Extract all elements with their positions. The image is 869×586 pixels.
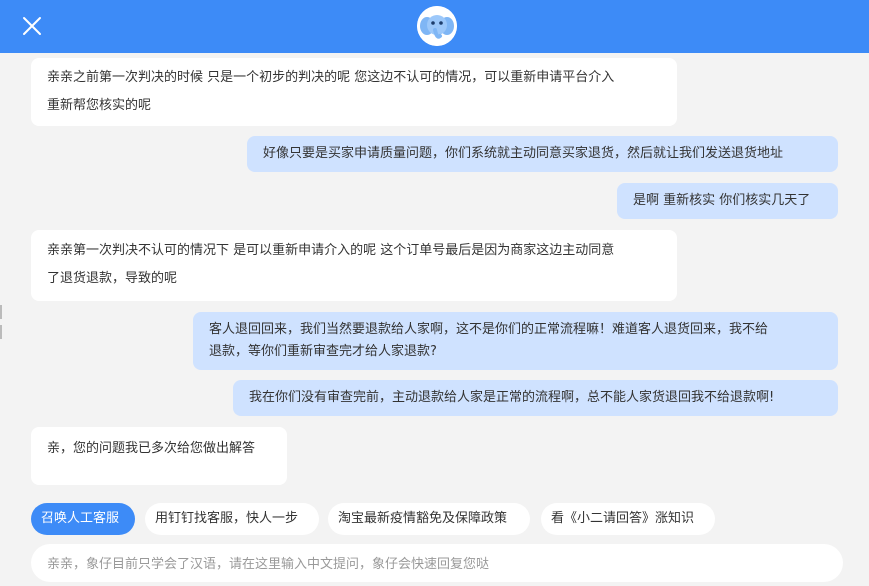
quick-reply-knowledge[interactable]: 看《小二请回答》涨知识 (541, 503, 715, 535)
message-input-bar (31, 544, 843, 584)
message-incoming: 亲，您的问题我已多次给您做出解答 (31, 427, 287, 485)
chat-messages[interactable]: 亲亲之前第一次判决的时候 只是一个初步的判决的呢 您这边不认可的情况，可以重新申… (0, 53, 869, 493)
message-line: 客人退回回来，我们当然要退款给人家啊，这不是你们的正常流程嘛！难道客人退货回来，… (209, 322, 769, 337)
message-outgoing: 是啊 重新核实 你们核实几天了 (617, 183, 838, 219)
message-line: 好像只要是买家申请质量问题，你们系统就主动同意买家退货，然后就让我们发送退货地址 (263, 146, 784, 161)
avatar (417, 6, 457, 46)
close-icon[interactable] (20, 14, 44, 38)
quick-reply-human-agent[interactable]: 召唤人工客服 (31, 503, 135, 535)
message-line: 重新帮您核实的呢 (47, 98, 152, 113)
message-outgoing: 好像只要是买家申请质量问题，你们系统就主动同意买家退货，然后就让我们发送退货地址 (247, 136, 838, 172)
message-line: 亲，您的问题我已多次给您做出解答 (47, 441, 256, 456)
message-outgoing: 客人退回回来，我们当然要退款给人家啊，这不是你们的正常流程嘛！难道客人退货回来，… (193, 312, 838, 370)
elephant-avatar-icon (417, 6, 457, 46)
message-line: 退款，等你们重新审查完才给人家退款? (209, 344, 437, 359)
message-line: 了退货退款，导致的呢 (47, 271, 178, 286)
message-input[interactable] (45, 544, 829, 584)
message-line: 是啊 重新核实 你们核实几天了 (633, 193, 811, 208)
scroll-marker (0, 325, 2, 339)
message-incoming: 亲亲之前第一次判决的时候 只是一个初步的判决的呢 您这边不认可的情况，可以重新申… (31, 58, 677, 126)
quick-reply-dingtalk[interactable]: 用钉钉找客服，快人一步 (145, 503, 319, 535)
scroll-marker (0, 305, 2, 319)
quick-reply-policy[interactable]: 淘宝最新疫情豁免及保障政策 (328, 503, 530, 535)
message-incoming: 亲亲第一次判决不认可的情况下 是可以重新申请介入的呢 这个订单号最后是因为商家这… (31, 230, 677, 301)
message-outgoing: 我在你们没有审查完前，主动退款给人家是正常的流程啊，总不能人家货退回我不给退款啊… (233, 380, 838, 416)
message-line: 亲亲第一次判决不认可的情况下 是可以重新申请介入的呢 这个订单号最后是因为商家这… (47, 243, 615, 258)
message-line: 亲亲之前第一次判决的时候 只是一个初步的判决的呢 您这边不认可的情况，可以重新申… (47, 70, 615, 85)
message-line: 我在你们没有审查完前，主动退款给人家是正常的流程啊，总不能人家货退回我不给退款啊… (249, 390, 775, 405)
chat-header (0, 0, 869, 53)
